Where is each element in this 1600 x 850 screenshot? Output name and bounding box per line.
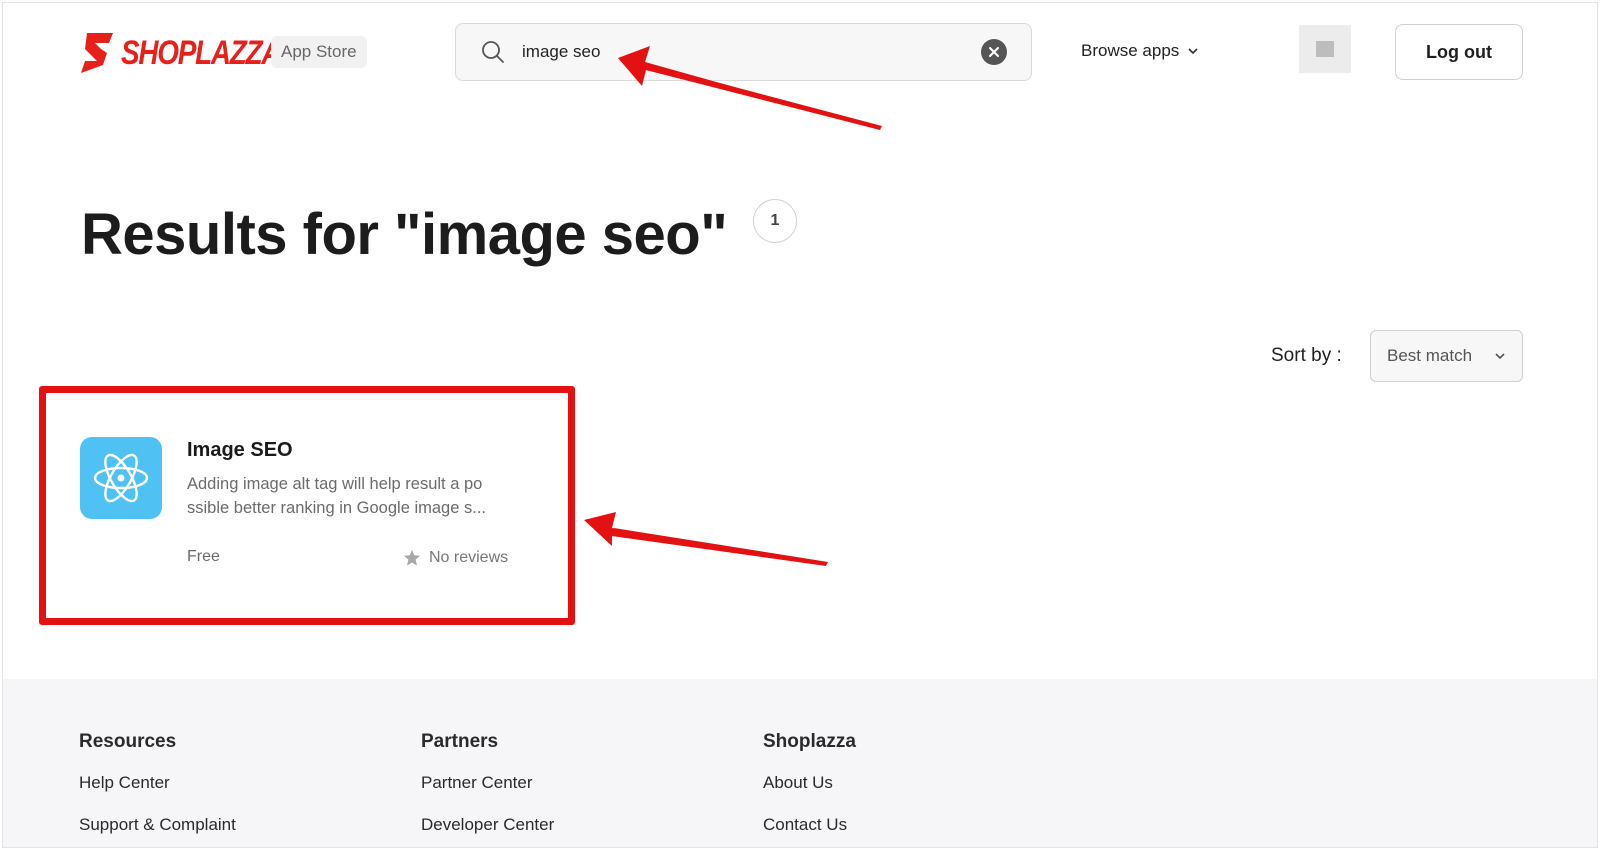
footer-link-partner-center[interactable]: Partner Center bbox=[421, 773, 554, 793]
avatar-image bbox=[1316, 41, 1334, 57]
results-title: Results for "image seo" bbox=[81, 202, 728, 267]
footer-link-support[interactable]: Support & Complaint bbox=[79, 815, 236, 835]
footer-column-resources: Resources Help Center Support & Complain… bbox=[79, 731, 236, 847]
footer-link-help-center[interactable]: Help Center bbox=[79, 773, 236, 793]
chevron-down-icon bbox=[1188, 48, 1198, 55]
app-store-label[interactable]: App Store bbox=[271, 36, 367, 68]
browse-apps-label: Browse apps bbox=[1081, 41, 1180, 60]
page: SHOPLAZZA App Store image seo Browse app… bbox=[2, 2, 1598, 848]
search-input[interactable]: image seo bbox=[522, 42, 981, 62]
footer-link-contact-us[interactable]: Contact Us bbox=[763, 815, 856, 835]
shoplazza-logo-icon bbox=[81, 33, 113, 73]
clear-search-button[interactable] bbox=[981, 39, 1007, 65]
browse-apps-dropdown[interactable]: Browse apps bbox=[1081, 41, 1199, 61]
sort-select[interactable]: Best match bbox=[1370, 330, 1523, 382]
footer-link-about-us[interactable]: About Us bbox=[763, 773, 856, 793]
sort-selected-value: Best match bbox=[1387, 346, 1473, 365]
avatar[interactable] bbox=[1299, 25, 1351, 73]
clear-icon bbox=[989, 47, 999, 57]
footer-heading: Resources bbox=[79, 731, 177, 752]
footer-heading: Shoplazza bbox=[763, 731, 856, 752]
brand-name: SHOPLAZZA bbox=[121, 33, 282, 72]
search-icon bbox=[482, 41, 504, 63]
footer: Resources Help Center Support & Complain… bbox=[3, 679, 1597, 847]
footer-column-partners: Partners Partner Center Developer Center bbox=[421, 731, 554, 847]
chevron-down-icon bbox=[1495, 353, 1505, 360]
annotation-highlight-box bbox=[39, 386, 575, 625]
footer-heading: Partners bbox=[421, 731, 499, 752]
footer-link-developer-center[interactable]: Developer Center bbox=[421, 815, 554, 835]
search-bar[interactable]: image seo bbox=[455, 23, 1032, 81]
sort-label: Sort by : bbox=[1271, 345, 1342, 366]
footer-column-shoplazza: Shoplazza About Us Contact Us bbox=[763, 731, 856, 847]
results-count-badge: 1 bbox=[753, 199, 797, 243]
logout-button[interactable]: Log out bbox=[1395, 24, 1523, 80]
